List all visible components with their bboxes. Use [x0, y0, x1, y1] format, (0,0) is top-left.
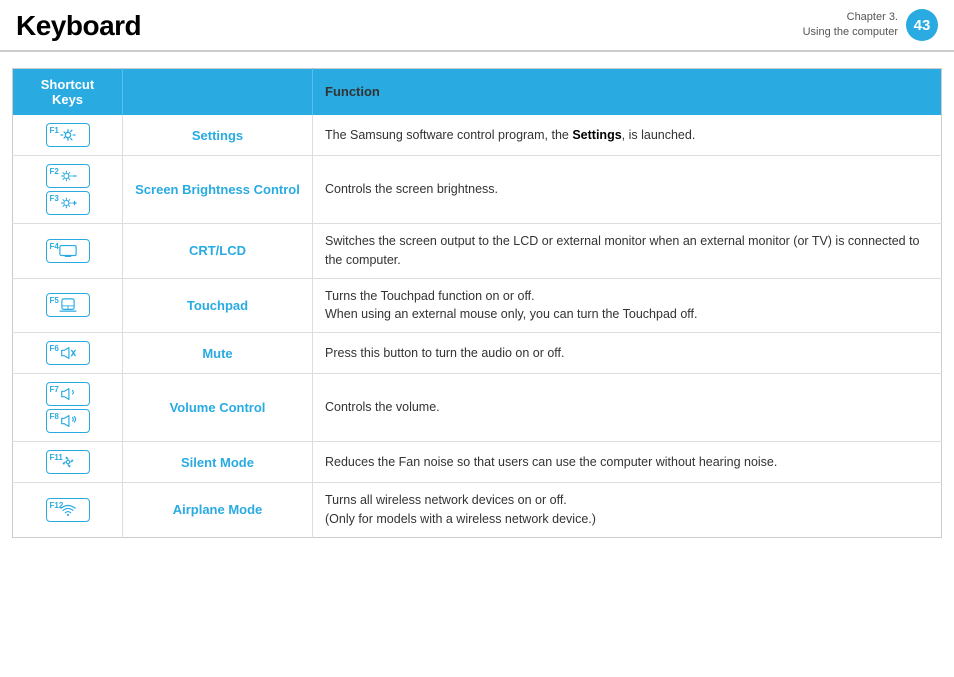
- content-area: Shortcut Keys Name Function F1 SettingsT…: [0, 52, 954, 554]
- function-description-cell: Turns all wireless network devices on or…: [313, 483, 942, 538]
- table-row: F5 TouchpadTurns the Touchpad function o…: [13, 278, 942, 333]
- table-row: F4 CRT/LCDSwitches the screen output to …: [13, 224, 942, 279]
- shortcut-key-cell: F2 F3: [13, 156, 123, 224]
- key-icon-f7: F7: [46, 382, 90, 406]
- feature-name-cell: Touchpad: [123, 278, 313, 333]
- table-header-row: Shortcut Keys Name Function: [13, 69, 942, 116]
- shortcut-key-cell: F12: [13, 483, 123, 538]
- key-icon-f11: F11: [46, 450, 90, 474]
- key-icon-f8: F8: [46, 409, 90, 433]
- shortcut-key-cell: F6: [13, 333, 123, 374]
- shortcut-key-cell: F7 F8: [13, 374, 123, 442]
- feature-name-cell: Screen Brightness Control: [123, 156, 313, 224]
- shortcut-keys-table: Shortcut Keys Name Function F1 SettingsT…: [12, 68, 942, 538]
- chapter-info: Chapter 3. Using the computer: [803, 10, 898, 41]
- col-header-name: Name: [123, 69, 313, 116]
- function-description-cell: Press this button to turn the audio on o…: [313, 333, 942, 374]
- function-description-cell: Controls the volume.: [313, 374, 942, 442]
- feature-name-cell: Settings: [123, 115, 313, 156]
- function-description-cell: The Samsung software control program, th…: [313, 115, 942, 156]
- function-description-cell: Turns the Touchpad function on or off.Wh…: [313, 278, 942, 333]
- page-header: Keyboard Chapter 3. Using the computer 4…: [0, 0, 954, 52]
- shortcut-key-cell: F11: [13, 442, 123, 483]
- page-badge: 43: [906, 9, 938, 41]
- key-icon-f3: F3: [46, 191, 90, 215]
- feature-name-cell: Airplane Mode: [123, 483, 313, 538]
- col-header-function: Function: [313, 69, 942, 116]
- function-description-cell: Switches the screen output to the LCD or…: [313, 224, 942, 279]
- chapter-label: Chapter 3.: [803, 10, 898, 25]
- feature-name-cell: CRT/LCD: [123, 224, 313, 279]
- table-row: F11 Silent ModeReduces the Fan noise so …: [13, 442, 942, 483]
- key-icon-f5: F5: [46, 293, 90, 317]
- table-row: F6 MutePress this button to turn the aud…: [13, 333, 942, 374]
- feature-name-cell: Mute: [123, 333, 313, 374]
- table-row: F2 F3: [13, 156, 942, 224]
- function-description-cell: Controls the screen brightness.: [313, 156, 942, 224]
- key-icon-f6: F6: [46, 341, 90, 365]
- key-icon-f2: F2: [46, 164, 90, 188]
- key-icon-f4: F4: [46, 239, 90, 263]
- shortcut-key-cell: F5: [13, 278, 123, 333]
- table-row: F7 F8 Volume ControlControls the volume.: [13, 374, 942, 442]
- table-row: F1 SettingsThe Samsung software control …: [13, 115, 942, 156]
- col-header-shortcut: Shortcut Keys: [13, 69, 123, 116]
- table-row: F12 Airplane ModeTurns all wireless netw…: [13, 483, 942, 538]
- page-title: Keyboard: [16, 10, 141, 42]
- shortcut-key-cell: F4: [13, 224, 123, 279]
- function-description-cell: Reduces the Fan noise so that users can …: [313, 442, 942, 483]
- header-right: Chapter 3. Using the computer 43: [803, 9, 938, 41]
- feature-name-cell: Volume Control: [123, 374, 313, 442]
- chapter-subtitle: Using the computer: [803, 25, 898, 40]
- key-icon-f1: F1: [46, 123, 90, 147]
- feature-name-cell: Silent Mode: [123, 442, 313, 483]
- shortcut-key-cell: F1: [13, 115, 123, 156]
- key-icon-f12: F12: [46, 498, 90, 522]
